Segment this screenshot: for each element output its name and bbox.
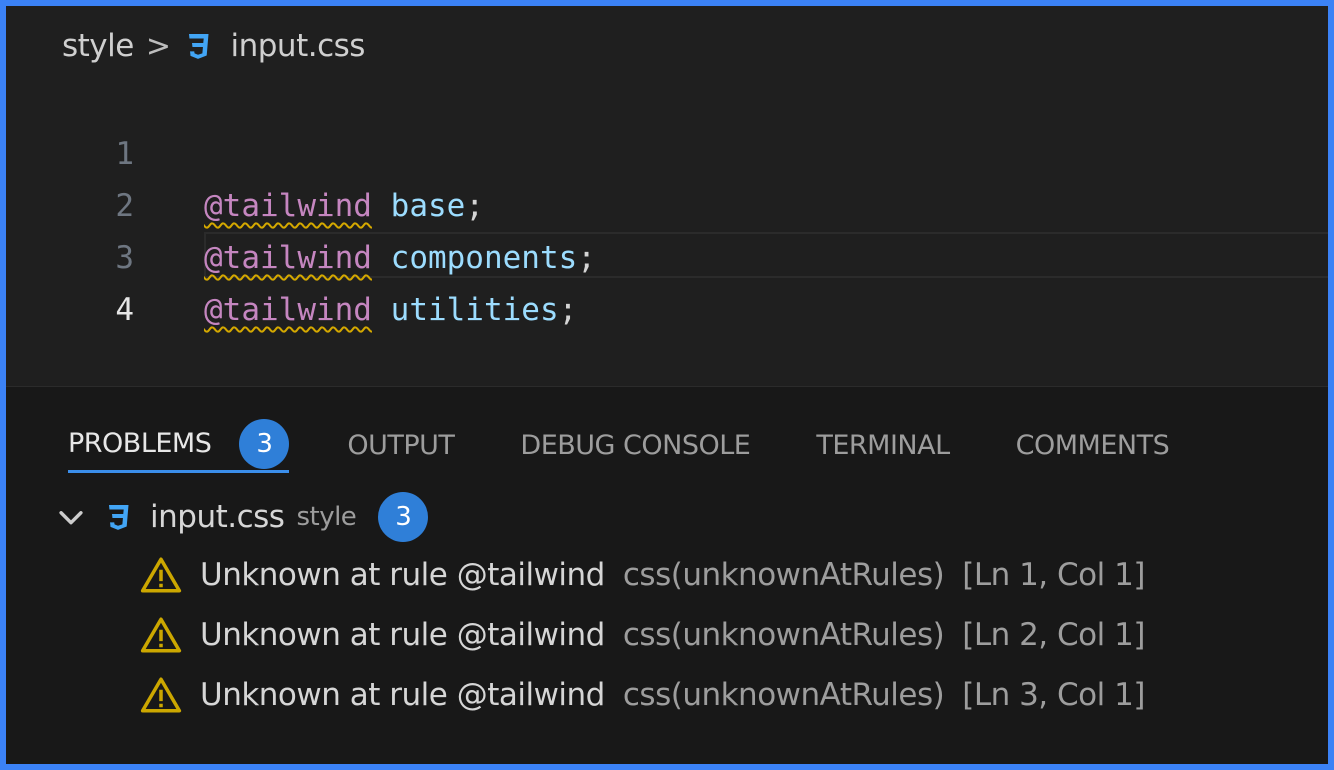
group-count-badge: 3: [378, 492, 429, 542]
problem-source: css(unknownAtRules): [622, 677, 945, 713]
panel-tabs: PROBLEMS 3 OUTPUT DEBUG CONSOLE TERMINAL…: [68, 417, 1235, 473]
code-editor[interactable]: 1 @tailwind base; 2 @tailwind components…: [6, 76, 1328, 384]
tab-label: TERMINAL: [816, 429, 950, 461]
code-line[interactable]: 3 @tailwind utilities;: [6, 180, 1328, 328]
group-folder-name: style: [296, 502, 357, 532]
tab-label: OUTPUT: [347, 429, 455, 461]
editor-window: style > input.css 1 @tailwind base; 2 @t…: [0, 0, 1334, 770]
at-rule-value: utilities: [390, 292, 559, 328]
tab-label: COMMENTS: [1015, 429, 1170, 461]
group-file-name: input.css: [150, 499, 285, 535]
breadcrumb-file[interactable]: input.css: [230, 28, 365, 64]
code-content[interactable]: @tailwind utilities;: [204, 284, 577, 336]
problems-file-group[interactable]: input.css style 3: [54, 489, 429, 545]
at-rule-keyword: @tailwind: [204, 292, 372, 328]
bottom-panel: PROBLEMS 3 OUTPUT DEBUG CONSOLE TERMINAL…: [6, 386, 1328, 764]
tab-problems[interactable]: PROBLEMS 3: [68, 417, 290, 473]
warning-icon: [140, 557, 182, 593]
semicolon: ;: [558, 292, 578, 328]
problem-source: css(unknownAtRules): [622, 557, 945, 593]
chevron-down-icon[interactable]: [54, 500, 88, 534]
tab-label: PROBLEMS: [68, 428, 212, 459]
problem-source: css(unknownAtRules): [622, 617, 945, 653]
problem-location: [Ln 2, Col 1]: [962, 617, 1145, 653]
line-number: 4: [115, 292, 134, 328]
problem-item[interactable]: Unknown at rule @tailwind css(unknownAtR…: [140, 547, 1145, 603]
code-line[interactable]: 4: [6, 232, 1328, 328]
problem-message: Unknown at rule @tailwind: [200, 677, 605, 713]
tab-label: DEBUG CONSOLE: [520, 429, 751, 461]
problem-item[interactable]: Unknown at rule @tailwind css(unknownAtR…: [140, 607, 1145, 663]
tab-output[interactable]: OUTPUT: [347, 417, 455, 473]
problem-item[interactable]: Unknown at rule @tailwind css(unknownAtR…: [140, 667, 1145, 723]
breadcrumb-separator: >: [145, 28, 171, 64]
problem-message: Unknown at rule @tailwind: [200, 557, 605, 593]
breadcrumb: style > input.css: [62, 24, 365, 68]
problem-location: [Ln 1, Col 1]: [962, 557, 1145, 593]
css3-icon: [189, 34, 209, 59]
tab-comments[interactable]: COMMENTS: [1016, 417, 1170, 473]
warning-icon: [140, 677, 182, 713]
css3-icon: [109, 505, 129, 530]
tab-debug-console[interactable]: DEBUG CONSOLE: [520, 417, 750, 473]
code-line[interactable]: 1 @tailwind base;: [6, 76, 1328, 224]
problem-location: [Ln 3, Col 1]: [962, 677, 1145, 713]
problems-count-badge: 3: [239, 418, 290, 469]
breadcrumb-folder[interactable]: style: [62, 28, 134, 64]
problem-message: Unknown at rule @tailwind: [200, 617, 605, 653]
code-line[interactable]: 2 @tailwind components;: [6, 128, 1328, 276]
warning-icon: [140, 617, 182, 653]
tab-terminal[interactable]: TERMINAL: [816, 417, 950, 473]
